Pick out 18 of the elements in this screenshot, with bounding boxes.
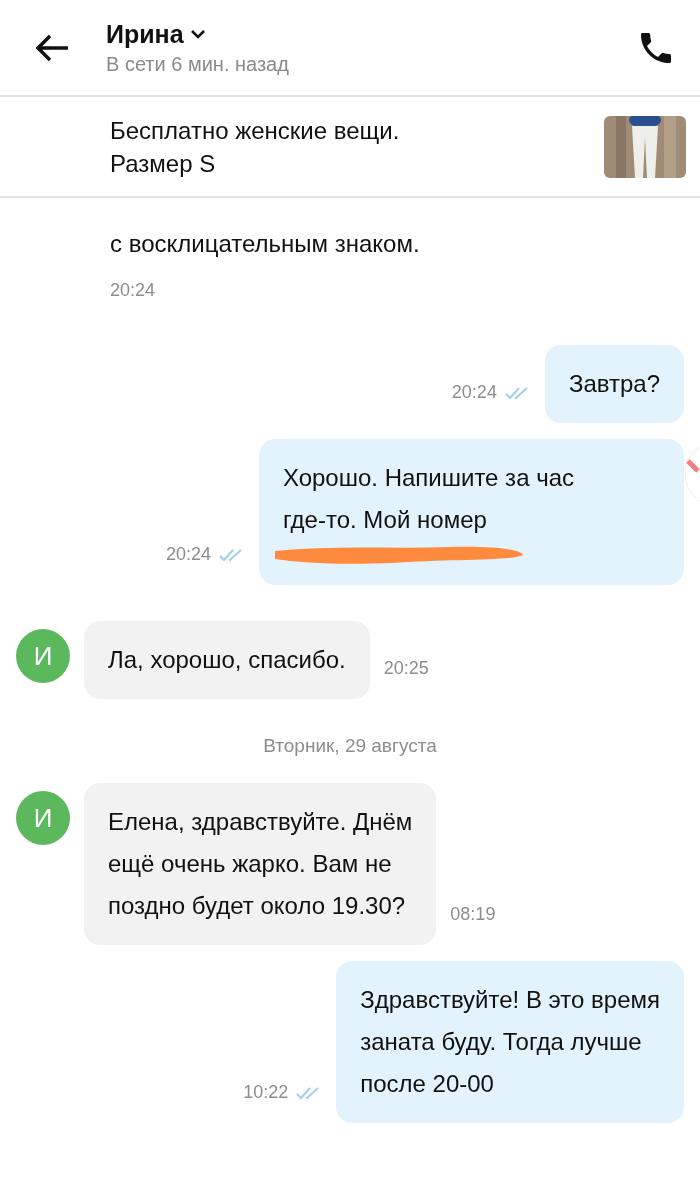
message-text: с восклицательным знаком. [110,230,421,258]
message-time: 20:24 [110,280,157,301]
message-bubble: Завтра? [544,345,684,423]
listing-title[interactable]: Бесплатно женские вещи. Размер S [110,113,604,180]
message-time: 08:19 [450,904,496,925]
message-time: 20:25 [383,658,429,679]
message-bubble: Здравствуйте! В это время заната буду. Тогда лучше после 20-00 [336,961,684,1123]
online-status: В сети 6 мин. назад [106,52,290,76]
date-separator: Вторник, 29 августа [263,735,437,757]
contact-name[interactable]: Ирина [106,19,184,49]
message-bubble: Ла, хорошо, спасибо. [84,621,370,699]
message-time: 10:22 [243,1082,289,1103]
back-arrow-icon[interactable] [36,33,70,62]
chevron-down-icon[interactable] [189,29,206,39]
message-time: 20:24 [165,544,211,565]
message-bubble: Елена, здравствуйте. Днём ещё очень жарко. Вам не поздно будет около 19.30? [84,783,437,945]
message-bubble: Хорошо. Напишите за час где-то. Мой номер [258,439,684,585]
message-time: 20:24 [451,382,497,403]
